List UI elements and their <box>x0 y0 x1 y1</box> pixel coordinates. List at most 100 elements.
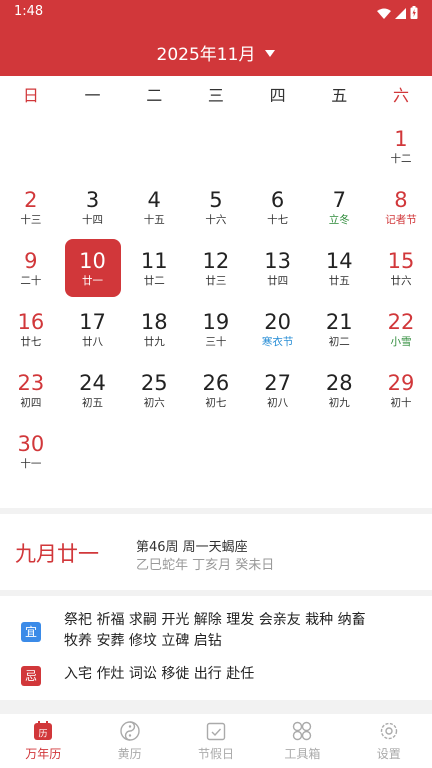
day-number: 20 <box>264 309 291 334</box>
day-cell[interactable]: 19 三十 <box>185 299 247 360</box>
day-cell[interactable]: 5 十六 <box>185 177 247 238</box>
header: 1:48 2025年11月 <box>0 0 432 76</box>
day-cell[interactable]: 13 廿四 <box>247 238 309 299</box>
empty-cell <box>308 116 370 177</box>
day-cell[interactable]: 20 寒衣节 <box>247 299 309 360</box>
day-cell[interactable]: 27 初八 <box>247 360 309 421</box>
day-number: 19 <box>202 309 230 334</box>
day-cell[interactable]: 2 十三 <box>0 177 62 238</box>
day-cell[interactable]: 29 初十 <box>370 360 432 421</box>
day-cell[interactable]: 15 廿六 <box>370 238 432 299</box>
empty-cell <box>247 116 309 177</box>
lunar-label: 初五 <box>82 396 104 409</box>
tab-holidays[interactable]: 节假日 <box>173 714 259 768</box>
calendar-check-icon <box>206 722 226 741</box>
day-number: 26 <box>202 370 230 395</box>
day-cell[interactable]: 14 廿五 <box>308 238 370 299</box>
tab-label: 万年历 <box>25 747 62 761</box>
day-cell[interactable]: 3 十四 <box>62 177 124 238</box>
weekday-label: 一 <box>84 86 101 105</box>
dropdown-caret-icon[interactable] <box>265 50 276 57</box>
lunar-label: 廿二 <box>143 274 165 287</box>
day-number: 4 <box>147 187 161 212</box>
day-cell[interactable]: 18 廿九 <box>123 299 185 360</box>
day-number: 9 <box>24 248 38 273</box>
day-number: 22 <box>387 309 415 334</box>
day-cell[interactable]: 22 小雪 <box>370 299 432 360</box>
day-number: 15 <box>387 248 415 273</box>
day-cell[interactable]: 25 初六 <box>123 360 185 421</box>
lunar-label: 初四 <box>20 396 42 409</box>
day-cell[interactable]: 6 十七 <box>247 177 309 238</box>
tab-calendar[interactable]: 历 万年历 <box>0 714 86 768</box>
day-cell[interactable]: 30 十一 <box>0 421 62 482</box>
empty-cell <box>185 116 247 177</box>
month-title[interactable]: 2025年11月 <box>157 40 256 65</box>
lunar-date: 九月廿一 <box>15 542 99 566</box>
solar-term-label: 小雪 <box>390 335 412 348</box>
tab-label: 工具箱 <box>284 747 321 761</box>
status-icons <box>377 4 418 23</box>
day-number: 29 <box>387 370 415 395</box>
lunar-label: 三十 <box>205 335 227 348</box>
day-number: 13 <box>264 248 291 273</box>
weekday-label: 四 <box>269 86 286 105</box>
calendar: 日 一 二 三 四 五 六 1 十二 2 十三 3 十四 4 十五 5 十六 6 十七 7立… <box>0 76 432 508</box>
lunar-label: 初八 <box>267 396 289 409</box>
tab-almanac[interactable]: 黄历 <box>86 714 172 768</box>
solar-term-label: 立冬 <box>328 213 350 226</box>
lunar-label: 廿一 <box>82 274 104 287</box>
tab-toolbox[interactable]: 工具箱 <box>259 714 345 768</box>
lunar-label: 初十 <box>390 396 412 409</box>
lunar-label: 初二 <box>328 335 350 348</box>
lunar-label: 二十 <box>20 274 42 287</box>
wifi-icon <box>377 4 391 23</box>
day-cell[interactable]: 21 初二 <box>308 299 370 360</box>
weekday-header: 日 一 二 三 四 五 六 <box>0 76 432 116</box>
lunar-label: 初六 <box>143 396 165 409</box>
lunar-label: 十四 <box>82 213 104 226</box>
weekday-label: 六 <box>392 86 409 105</box>
day-number: 30 <box>17 431 45 456</box>
yi-activities: 祭祀 祈福 求嗣 开光 解除 理发 会亲友 栽种 纳畜 牧养 安葬 修坟 立碑 … <box>64 612 366 649</box>
yin-yang-icon <box>119 721 140 741</box>
day-cell[interactable]: 17 廿八 <box>62 299 124 360</box>
day-cell[interactable]: 24 初五 <box>62 360 124 421</box>
status-time: 1:48 <box>14 4 44 19</box>
day-cell[interactable]: 26 初七 <box>185 360 247 421</box>
ganzhi-text: 乙巳蛇年 丁亥月 癸未日 <box>136 558 275 573</box>
lunar-label: 十一 <box>20 457 42 470</box>
day-cell[interactable]: 8 记者节 <box>370 177 432 238</box>
day-number: 16 <box>17 309 45 334</box>
day-number: 17 <box>79 309 106 334</box>
day-number: 27 <box>264 370 291 395</box>
day-cell-selected[interactable]: 10 廿一 <box>62 238 124 299</box>
almanac-card[interactable]: 宜 祭祀 祈福 求嗣 开光 解除 理发 会亲友 栽种 纳畜 牧养 安葬 修坟 立… <box>0 596 432 700</box>
weekday-label: 五 <box>331 86 348 105</box>
day-cell[interactable]: 12 廿三 <box>185 238 247 299</box>
month-selector[interactable]: 2025年11月 <box>0 40 432 65</box>
weekday-label: 二 <box>146 86 163 105</box>
tab-settings[interactable]: 设置 <box>346 714 432 768</box>
day-cell[interactable]: 16 廿七 <box>0 299 62 360</box>
battery-icon <box>410 4 418 23</box>
day-cell[interactable]: 4 十五 <box>123 177 185 238</box>
day-cell[interactable]: 11 廿二 <box>123 238 185 299</box>
day-cell[interactable]: 23 初四 <box>0 360 62 421</box>
day-cell[interactable]: 1 十二 <box>370 116 432 177</box>
grid-icon <box>293 721 312 741</box>
empty-cell <box>62 116 124 177</box>
day-cell[interactable]: 9 二十 <box>0 238 62 299</box>
lunar-label: 廿六 <box>390 274 412 287</box>
tab-label: 黄历 <box>117 747 142 761</box>
day-number: 3 <box>85 187 100 212</box>
day-cell[interactable]: 28 初九 <box>308 360 370 421</box>
lunar-label: 十三 <box>20 213 42 226</box>
day-cell[interactable]: 7 立冬 <box>308 177 370 238</box>
day-number: 10 <box>79 248 106 273</box>
weekday-label: 三 <box>207 86 224 105</box>
weekday-label: 日 <box>22 86 39 105</box>
ji-activities: 入宅 作灶 词讼 移徙 出行 赴任 <box>64 666 255 682</box>
date-info-card: 九月廿一 第46周 周一天蝎座 乙巳蛇年 丁亥月 癸未日 <box>0 514 432 590</box>
tab-label: 节假日 <box>197 747 234 761</box>
